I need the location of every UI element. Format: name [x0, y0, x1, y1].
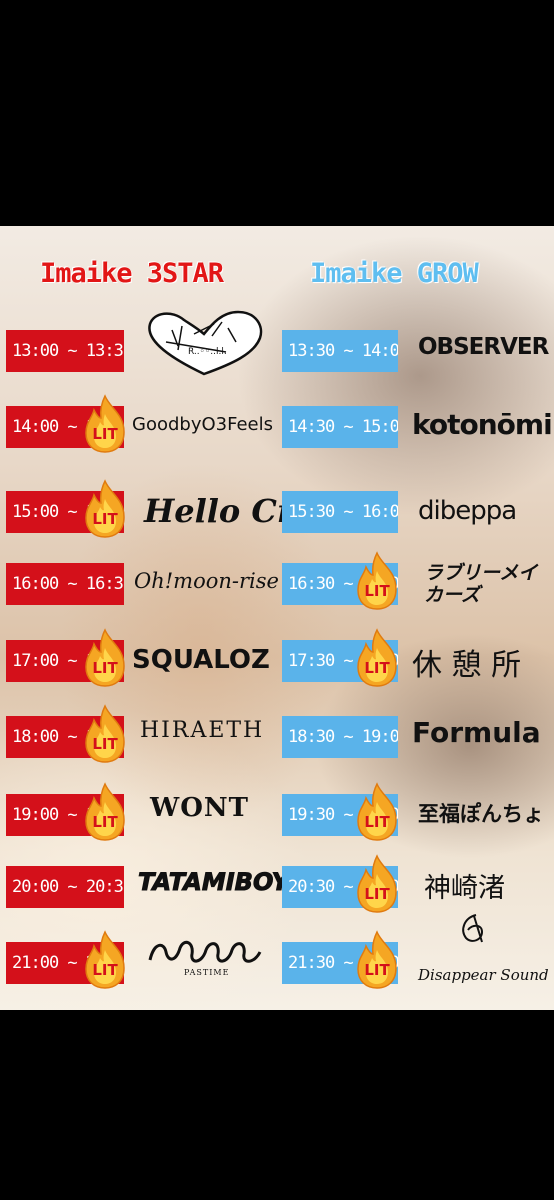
artist-name: Formula [412, 716, 541, 749]
artist-name: HIRAETH [140, 718, 265, 743]
svg-text:LIT: LIT [92, 425, 118, 443]
artist-name: Disappear Sound [418, 966, 549, 984]
artist-logo-heart: R..◦◦..l.l. [142, 308, 267, 378]
svg-text:LIT: LIT [364, 961, 390, 979]
lit-fire-icon: LIT [352, 551, 402, 611]
artist-logo-pastime [146, 938, 266, 968]
time-slot: 15:30 ~ 16:00 [282, 491, 398, 533]
time-slot: 16:00 ~ 16:30 [6, 563, 124, 605]
artist-name: kotonōmi [412, 408, 553, 441]
artist-name: OBSERVER [418, 334, 549, 360]
time-slot: 14:30 ~ 15:00 [282, 406, 398, 448]
artist-name: PASTIME [184, 968, 230, 977]
time-slot: 13:00 ~ 13:30 [6, 330, 124, 372]
svg-text:LIT: LIT [92, 510, 118, 528]
artist-name: TATAMIBOY [137, 868, 290, 897]
artist-name: dibeppa [418, 496, 517, 526]
timetable-poster: Imaike 3STAR Imaike GROW 13:00 ~ 13:30 R… [0, 226, 554, 1010]
svg-text:LIT: LIT [92, 961, 118, 979]
lit-fire-icon: LIT [80, 479, 130, 539]
artist-name: ラブリーメイカーズ [424, 562, 538, 606]
artist-name: 至福ぽんちょ [418, 802, 544, 826]
lit-fire-icon: LIT [352, 782, 402, 842]
lit-fire-icon: LIT [80, 930, 130, 990]
svg-text:R..◦◦..l.l.: R..◦◦..l.l. [188, 347, 227, 357]
time-slot: 18:30 ~ 19:00 [282, 716, 398, 758]
time-slot: 20:00 ~ 20:30 [6, 866, 124, 908]
lit-fire-icon: LIT [352, 854, 402, 914]
svg-text:LIT: LIT [92, 735, 118, 753]
time-slot: 13:30 ~ 14:00 [282, 330, 398, 372]
svg-text:LIT: LIT [364, 813, 390, 831]
venue-title-grow: Imaike GROW [310, 258, 479, 289]
svg-text:LIT: LIT [364, 659, 390, 677]
lit-fire-icon: LIT [80, 782, 130, 842]
artist-name: GoodbyO3Feels [132, 414, 273, 435]
venue-title-3star: Imaike 3STAR [40, 258, 224, 289]
svg-text:LIT: LIT [92, 659, 118, 677]
artist-name: 神崎渚 [424, 873, 505, 904]
disappear-sound-logo-icon [454, 912, 488, 948]
svg-text:LIT: LIT [364, 885, 390, 903]
artist-name: 休 憩 所 [412, 648, 522, 683]
artist-name: SQUALOZ [132, 645, 270, 675]
lit-fire-icon: LIT [352, 930, 402, 990]
lit-fire-icon: LIT [352, 628, 402, 688]
lit-fire-icon: LIT [80, 394, 130, 454]
artist-name: Oh!moon-rise [134, 569, 279, 593]
svg-text:LIT: LIT [92, 813, 118, 831]
lit-fire-icon: LIT [80, 704, 130, 764]
artist-name: WONT [150, 793, 249, 823]
lit-fire-icon: LIT [80, 628, 130, 688]
svg-text:LIT: LIT [364, 582, 390, 600]
